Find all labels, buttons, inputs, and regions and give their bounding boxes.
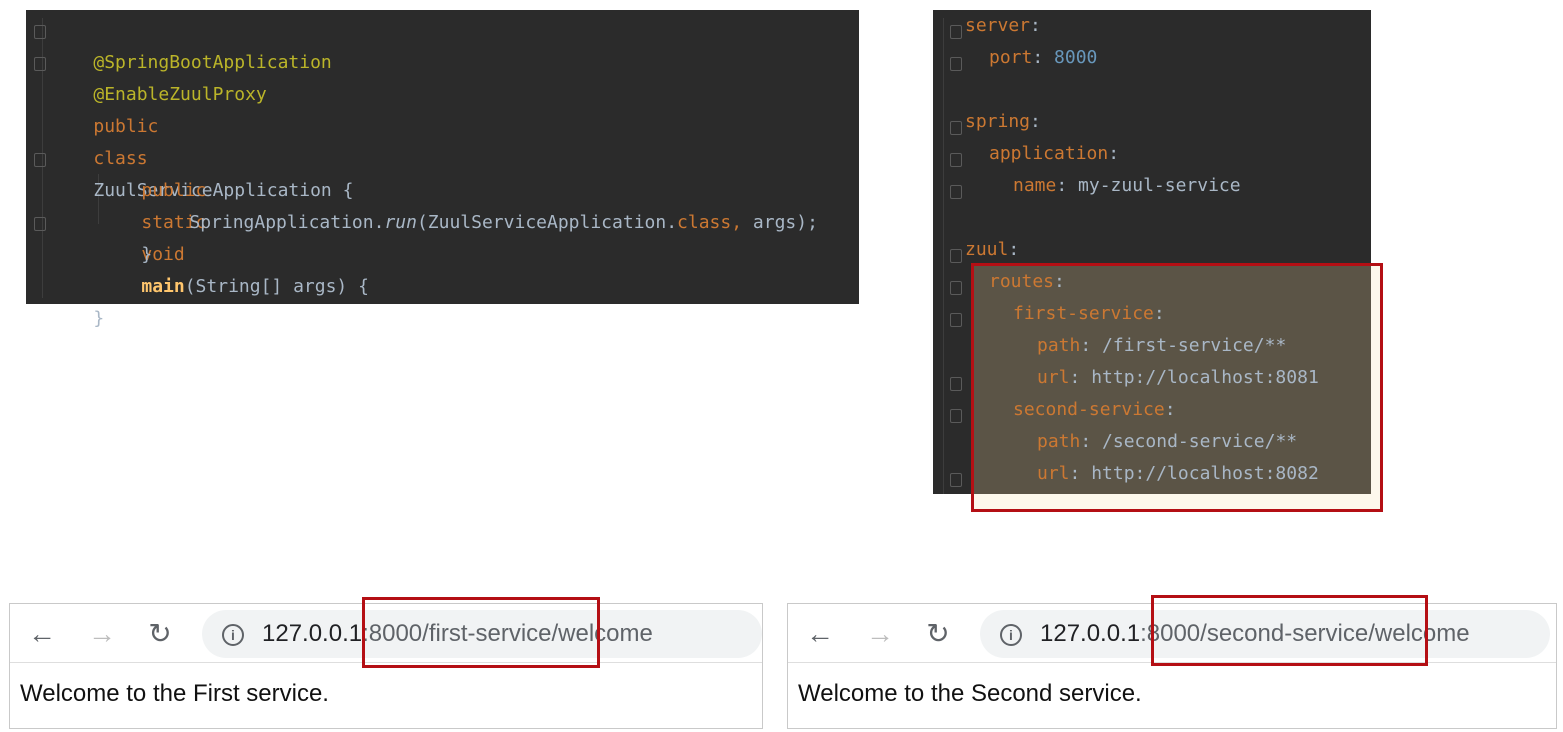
fold-icon[interactable]	[34, 25, 46, 39]
url-host: 127.0.0.1	[262, 620, 363, 647]
url-highlight-box	[362, 597, 600, 668]
java-editor: @SpringBootApplication @EnableZuulProxy …	[26, 10, 859, 329]
code-line: port: 8000	[989, 47, 1098, 68]
code-line: @EnableZuulProxy	[50, 47, 266, 105]
code-text: (ZuulServiceApplication.	[416, 212, 678, 233]
method-name: main	[141, 276, 185, 297]
code-line: spring:	[965, 111, 1041, 132]
indent-guide	[943, 18, 944, 494]
code-line: public class ZuulServiceApplication {	[50, 79, 353, 201]
code-line: zuul:	[965, 239, 1020, 260]
method-call: run	[384, 212, 417, 233]
code-text: }	[93, 308, 105, 329]
reload-icon[interactable]: ↻	[920, 616, 956, 652]
info-icon[interactable]: i	[222, 624, 244, 646]
code-text: }	[141, 244, 153, 265]
code-line: application:	[989, 143, 1120, 164]
fold-icon[interactable]	[34, 57, 46, 71]
routes-highlight-box	[971, 263, 1383, 512]
fold-icon[interactable]	[950, 153, 962, 167]
reload-icon[interactable]: ↻	[142, 616, 178, 652]
page-content-text: Welcome to the Second service.	[798, 680, 1142, 707]
fold-icon[interactable]	[950, 121, 962, 135]
info-icon[interactable]: i	[1000, 624, 1022, 646]
forward-arrow-icon[interactable]: →	[862, 616, 898, 652]
url-host: 127.0.0.1	[1040, 620, 1141, 647]
fold-icon[interactable]	[950, 249, 962, 263]
code-text: SpringApplication.	[189, 212, 385, 233]
back-arrow-icon[interactable]: ←	[24, 616, 60, 652]
fold-icon[interactable]	[950, 313, 962, 327]
fold-icon[interactable]	[950, 185, 962, 199]
code-text: ,	[731, 212, 743, 233]
back-arrow-icon[interactable]: ←	[802, 616, 838, 652]
code-line: }	[50, 271, 104, 329]
code-line: @SpringBootApplication	[50, 15, 331, 73]
fold-icon[interactable]	[950, 377, 962, 391]
code-line: name: my-zuul-service	[1013, 175, 1241, 196]
fold-icon[interactable]	[34, 217, 46, 231]
fold-icon[interactable]	[950, 281, 962, 295]
code-line: }	[98, 207, 152, 265]
keyword: public	[93, 116, 159, 137]
fold-icon[interactable]	[34, 153, 46, 167]
code-line: server:	[965, 15, 1041, 36]
code-line: SpringApplication.run(ZuulServiceApplica…	[146, 175, 818, 233]
forward-arrow-icon[interactable]: →	[84, 616, 120, 652]
fold-icon[interactable]	[950, 57, 962, 71]
fold-icon[interactable]	[950, 409, 962, 423]
code-text: args);	[742, 212, 818, 233]
page-content-text: Welcome to the First service.	[20, 680, 329, 707]
code-text: (String[] args) {	[184, 276, 369, 297]
code-line: public static void main(String[] args) {	[98, 143, 369, 297]
keyword: class	[677, 212, 732, 233]
fold-icon[interactable]	[950, 25, 962, 39]
fold-icon[interactable]	[950, 473, 962, 487]
url-highlight-box	[1151, 595, 1428, 666]
